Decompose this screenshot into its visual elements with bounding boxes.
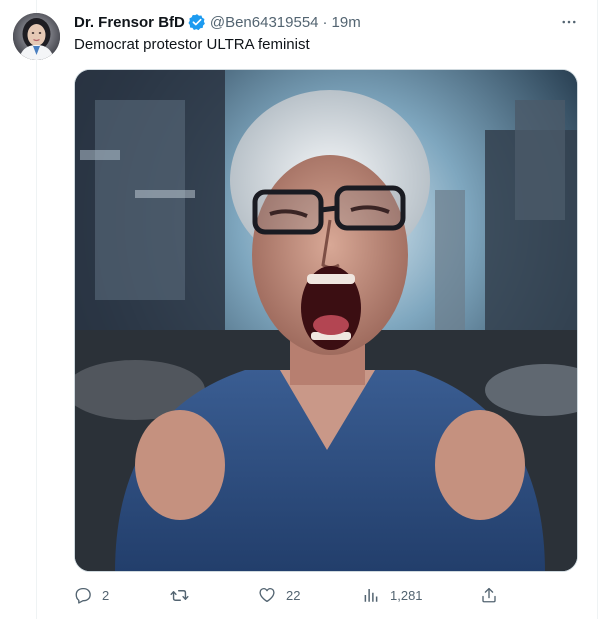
retweet-icon (170, 586, 189, 605)
retweet-button[interactable] (170, 583, 199, 607)
more-options-icon[interactable] (555, 10, 583, 34)
avatar[interactable] (13, 13, 60, 60)
share-button[interactable] (480, 583, 498, 607)
reply-count: 2 (102, 587, 110, 603)
views-button[interactable]: 1,281 (362, 583, 423, 607)
share-icon (480, 586, 498, 604)
verified-badge-icon (188, 13, 206, 31)
reply-button[interactable]: 2 (74, 583, 109, 607)
separator-dot: · (322, 13, 328, 31)
reply-icon (74, 586, 92, 604)
author-handle[interactable]: @Ben64319554 (210, 14, 319, 31)
tweet-header: Dr. Frensor BfD @Ben64319554 · 19m (74, 12, 361, 32)
tweet-actions: 2 22 1,281 (74, 583, 504, 607)
tweet-card[interactable]: Dr. Frensor BfD @Ben64319554 · 19m Democ… (0, 0, 612, 619)
views-icon (362, 586, 380, 604)
tweet-text: Democrat protestor ULTRA feminist (74, 36, 310, 53)
tweet-image[interactable] (74, 69, 578, 572)
author-name[interactable]: Dr. Frensor BfD (74, 14, 185, 31)
like-icon (258, 586, 276, 604)
like-count: 22 (286, 587, 301, 603)
post-timestamp[interactable]: 19m (332, 14, 361, 31)
views-count: 1,281 (390, 587, 423, 603)
like-button[interactable]: 22 (258, 583, 300, 607)
